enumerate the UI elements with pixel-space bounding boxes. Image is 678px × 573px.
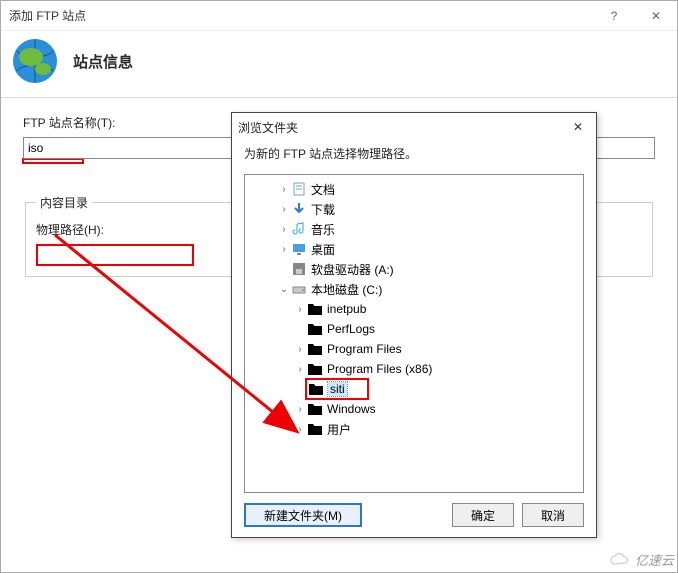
page-heading: 站点信息 (73, 51, 133, 72)
browse-folder-dialog: 浏览文件夹 ✕ 为新的 FTP 站点选择物理路径。 ›文档 ›下载 ›音乐 ›桌… (231, 112, 597, 538)
tree-node-downloads[interactable]: ›下载 (245, 199, 583, 219)
dialog-title-bar: 浏览文件夹 ✕ (232, 113, 596, 141)
tree-node-floppy[interactable]: 软盘驱动器 (A:) (245, 259, 583, 279)
annotation-highlight-2 (36, 244, 194, 266)
dialog-close-button[interactable]: ✕ (566, 118, 590, 136)
close-button[interactable]: ✕ (635, 5, 677, 27)
chevron-right-icon[interactable]: › (277, 224, 291, 235)
chevron-down-icon[interactable]: ⌄ (277, 284, 291, 295)
chevron-right-icon[interactable]: › (277, 244, 291, 255)
cancel-button[interactable]: 取消 (522, 503, 584, 527)
content-dir-legend: 内容目录 (36, 194, 92, 211)
folder-icon (307, 401, 323, 417)
dialog-title: 浏览文件夹 (238, 119, 298, 136)
main-header: 站点信息 (1, 31, 677, 98)
annotation-highlight-3: siti (305, 378, 369, 400)
music-icon (291, 221, 307, 237)
folder-icon (308, 381, 324, 397)
folder-icon (307, 421, 323, 437)
chevron-right-icon[interactable]: › (293, 304, 307, 315)
folder-icon (307, 341, 323, 357)
tree-node-program-files[interactable]: ›Program Files (245, 339, 583, 359)
chevron-right-icon[interactable]: › (293, 404, 307, 415)
tree-node-music[interactable]: ›音乐 (245, 219, 583, 239)
desktop-icon (291, 241, 307, 257)
chevron-right-icon[interactable]: › (277, 204, 291, 215)
folder-icon (307, 301, 323, 317)
document-icon (291, 181, 307, 197)
main-window-title: 添加 FTP 站点 (1, 7, 94, 24)
chevron-right-icon[interactable]: › (293, 424, 307, 435)
tree-node-perflogs[interactable]: PerfLogs (245, 319, 583, 339)
floppy-icon (291, 261, 307, 277)
tree-node-documents[interactable]: ›文档 (245, 179, 583, 199)
chevron-right-icon[interactable]: › (277, 184, 291, 195)
watermark: 亿速云 (609, 550, 674, 569)
help-button[interactable]: ? (593, 5, 635, 27)
globe-icon (11, 37, 59, 85)
tree-node-siti[interactable]: siti (245, 379, 583, 399)
blank-expander (277, 264, 291, 275)
folder-icon (307, 321, 323, 337)
cloud-icon (609, 552, 631, 568)
tree-node-users[interactable]: ›用户 (245, 419, 583, 439)
folder-icon (307, 361, 323, 377)
tree-node-local-disk[interactable]: ⌄本地磁盘 (C:) (245, 279, 583, 299)
dialog-button-row: 新建文件夹(M) 确定 取消 (232, 493, 596, 537)
new-folder-button[interactable]: 新建文件夹(M) (244, 503, 362, 527)
ok-button[interactable]: 确定 (452, 503, 514, 527)
blank-expander (293, 324, 307, 335)
tree-node-desktop[interactable]: ›桌面 (245, 239, 583, 259)
tree-node-inetpub[interactable]: ›inetpub (245, 299, 583, 319)
dialog-subtitle: 为新的 FTP 站点选择物理路径。 (232, 141, 596, 174)
tree-node-program-files-x86[interactable]: ›Program Files (x86) (245, 359, 583, 379)
tree-node-windows[interactable]: ›Windows (245, 399, 583, 419)
chevron-right-icon[interactable]: › (293, 344, 307, 355)
folder-tree[interactable]: ›文档 ›下载 ›音乐 ›桌面 软盘驱动器 (A:) ⌄本地磁盘 (C:) ›i… (244, 174, 584, 493)
chevron-right-icon[interactable]: › (293, 364, 307, 375)
download-icon (291, 201, 307, 217)
main-title-bar: 添加 FTP 站点 ? ✕ (1, 1, 677, 31)
drive-icon (291, 281, 307, 297)
